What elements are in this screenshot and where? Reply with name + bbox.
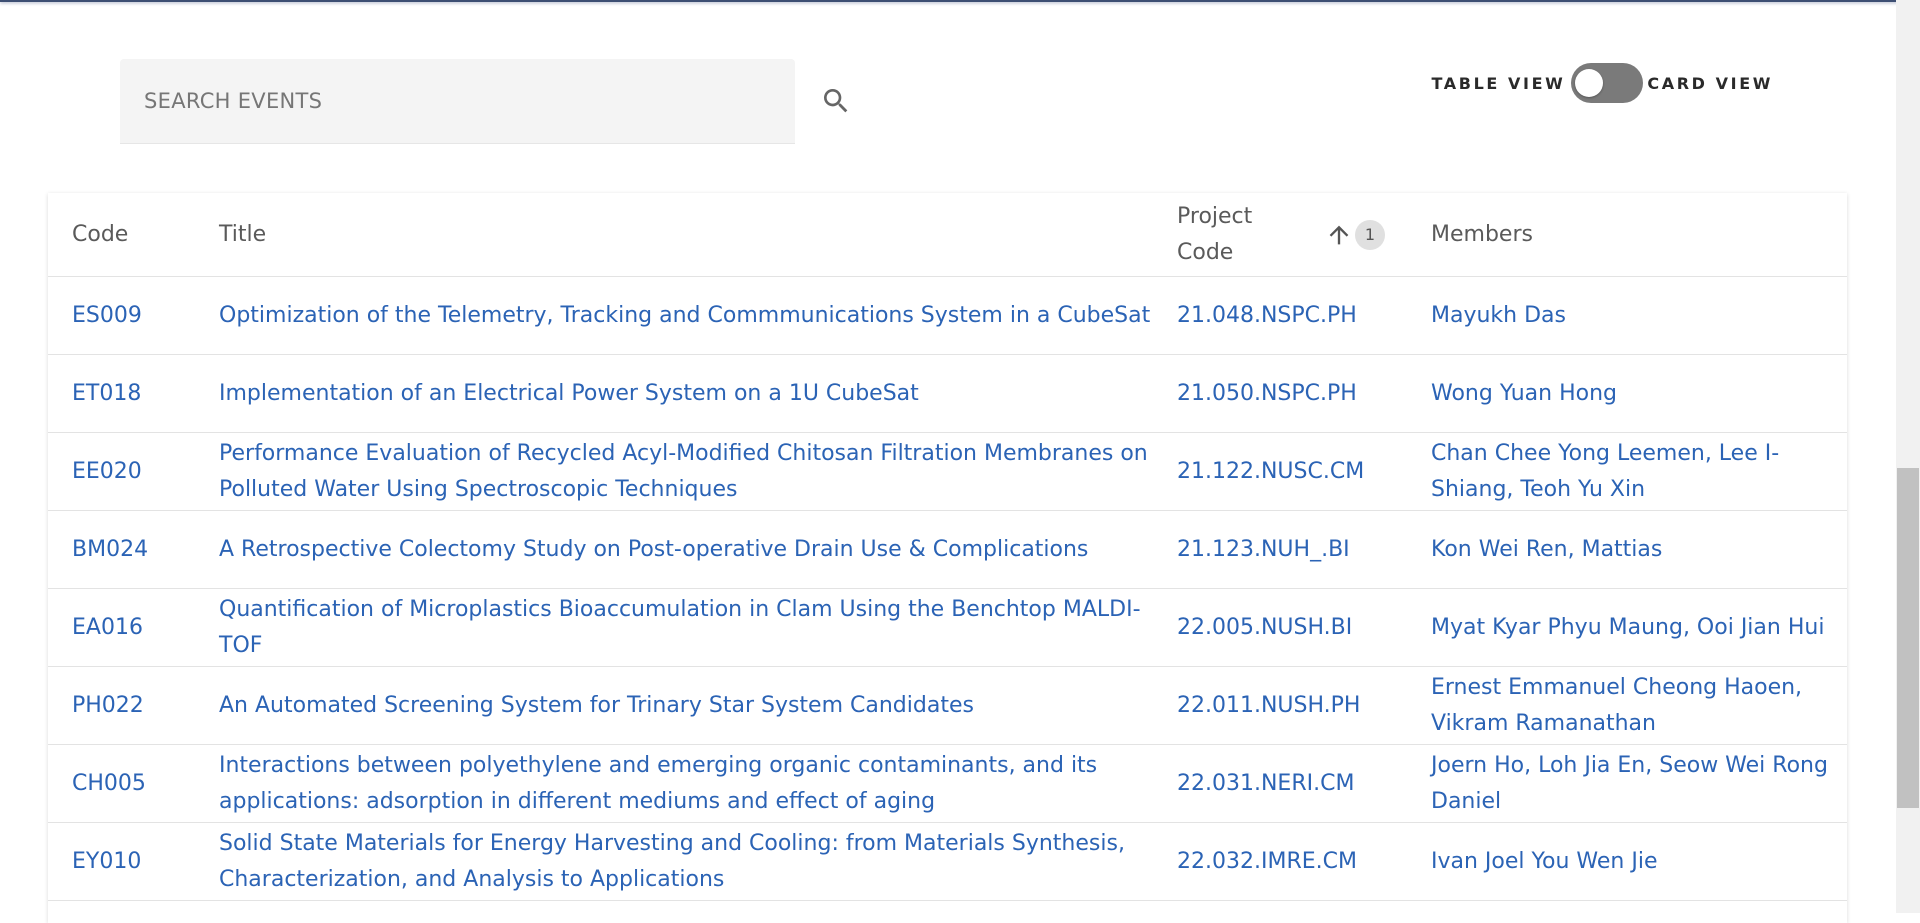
table-row[interactable]: BM024 A Retrospective Colectomy Study on … bbox=[48, 510, 1847, 589]
cell-members: Ivan Joel You Wen Jie bbox=[1407, 822, 1847, 901]
cell-members: Kon Wei Ren, Mattias bbox=[1407, 510, 1847, 589]
cell-title-link[interactable]: Performance Evaluation of Recycled Acyl-… bbox=[219, 441, 1148, 502]
sort-priority-badge: 1 bbox=[1355, 219, 1385, 250]
cell-title-link[interactable]: Interactions between polyethylene and em… bbox=[219, 753, 1097, 814]
events-table: Code Title Project Code 1 Members ES009 O… bbox=[48, 193, 1847, 901]
cell-code: EA016 bbox=[48, 588, 195, 667]
cell-project-code-link[interactable]: 22.005.NUSH.BI bbox=[1177, 615, 1352, 640]
cell-project-code: 22.005.NUSH.BI bbox=[1153, 588, 1407, 667]
column-header-project-code[interactable]: Project Code 1 bbox=[1153, 193, 1407, 277]
cell-code-link[interactable]: EY010 bbox=[72, 849, 141, 874]
view-switch-knob[interactable] bbox=[1575, 69, 1604, 97]
cell-members-link[interactable]: Joern Ho, Loh Jia En, Seow Wei Rong Dani… bbox=[1431, 753, 1828, 814]
cell-project-code-link[interactable]: 21.048.NSPC.PH bbox=[1177, 303, 1357, 328]
cell-code: ET018 bbox=[48, 354, 195, 433]
column-header-members-label: Members bbox=[1431, 221, 1533, 247]
column-header-code-label: Code bbox=[72, 221, 129, 247]
events-table-card: Code Title Project Code 1 Members ES009 O… bbox=[48, 193, 1847, 923]
cell-project-code-link[interactable]: 22.032.IMRE.CM bbox=[1177, 849, 1357, 874]
column-header-code[interactable]: Code bbox=[48, 193, 195, 277]
column-header-title-label: Title bbox=[219, 221, 267, 247]
table-row[interactable]: ES009 Optimization of the Telemetry, Trac… bbox=[48, 276, 1847, 355]
column-header-title[interactable]: Title bbox=[195, 193, 1153, 277]
cell-code: CH005 bbox=[48, 744, 195, 823]
search-icon bbox=[824, 89, 848, 113]
cell-code-link[interactable]: EA016 bbox=[72, 615, 143, 640]
cell-members: Chan Chee Yong Leemen, Lee I-Shiang, Teo… bbox=[1407, 432, 1847, 511]
table-row[interactable]: PH022 An Automated Screening System for T… bbox=[48, 666, 1847, 745]
column-header-members[interactable]: Members bbox=[1407, 193, 1847, 277]
cell-members-link[interactable]: Ernest Emmanuel Cheong Haoen, Vikram Ram… bbox=[1431, 675, 1802, 736]
cell-title-link[interactable]: Optimization of the Telemetry, Tracking … bbox=[219, 303, 1150, 328]
cell-title-link[interactable]: A Retrospective Colectomy Study on Post-… bbox=[219, 537, 1088, 562]
table-row[interactable]: EA016 Quantification of Microplastics Bio… bbox=[48, 588, 1847, 667]
cell-code-link[interactable]: CH005 bbox=[72, 771, 146, 796]
scrollbar-thumb[interactable] bbox=[1897, 468, 1919, 808]
cell-project-code: 21.123.NUH_.BI bbox=[1153, 510, 1407, 589]
arrow-up-icon[interactable] bbox=[1325, 221, 1353, 249]
cell-members: Wong Yuan Hong bbox=[1407, 354, 1847, 433]
top-app-bar-edge bbox=[0, 0, 1920, 2]
cell-members-link[interactable]: Ivan Joel You Wen Jie bbox=[1431, 849, 1658, 874]
cell-project-code-link[interactable]: 22.031.NERI.CM bbox=[1177, 771, 1354, 796]
cell-members-link[interactable]: Wong Yuan Hong bbox=[1431, 381, 1617, 406]
cell-title-link[interactable]: Solid State Materials for Energy Harvest… bbox=[219, 831, 1125, 892]
cell-title: Solid State Materials for Energy Harvest… bbox=[195, 822, 1153, 901]
cell-members-link[interactable]: Kon Wei Ren, Mattias bbox=[1431, 537, 1662, 562]
cell-project-code: 22.031.NERI.CM bbox=[1153, 744, 1407, 823]
cell-title-link[interactable]: Implementation of an Electrical Power Sy… bbox=[219, 381, 919, 406]
search-button[interactable] bbox=[820, 85, 852, 117]
table-header-row: Code Title Project Code 1 Members bbox=[48, 193, 1847, 277]
cell-project-code: 22.032.IMRE.CM bbox=[1153, 822, 1407, 901]
cell-code-link[interactable]: BM024 bbox=[72, 537, 148, 562]
cell-members-link[interactable]: Myat Kyar Phyu Maung, Ooi Jian Hui bbox=[1431, 615, 1824, 640]
cell-code-link[interactable]: EE020 bbox=[72, 459, 142, 484]
table-view-label[interactable]: TABLE VIEW bbox=[1432, 74, 1566, 93]
cell-title: Interactions between polyethylene and em… bbox=[195, 744, 1153, 823]
cell-code: PH022 bbox=[48, 666, 195, 745]
cell-project-code-link[interactable]: 21.122.NUSC.CM bbox=[1177, 459, 1364, 484]
view-switch[interactable] bbox=[1571, 63, 1644, 103]
table-row[interactable]: CH005 Interactions between polyethylene a… bbox=[48, 744, 1847, 823]
view-toggle: TABLE VIEW CARD VIEW bbox=[1432, 62, 1773, 104]
cell-code-link[interactable]: ET018 bbox=[72, 381, 141, 406]
cell-code: EY010 bbox=[48, 822, 195, 901]
search-input[interactable] bbox=[120, 59, 795, 143]
table-row[interactable]: ET018 Implementation of an Electrical Pow… bbox=[48, 354, 1847, 433]
table-row[interactable]: EY010 Solid State Materials for Energy Ha… bbox=[48, 822, 1847, 901]
cell-members: Joern Ho, Loh Jia En, Seow Wei Rong Dani… bbox=[1407, 744, 1847, 823]
cell-members-link[interactable]: Chan Chee Yong Leemen, Lee I-Shiang, Teo… bbox=[1431, 441, 1779, 502]
cell-code: ES009 bbox=[48, 276, 195, 355]
cell-members-link[interactable]: Mayukh Das bbox=[1431, 303, 1566, 328]
cell-title-link[interactable]: Quantification of Microplastics Bioaccum… bbox=[219, 597, 1141, 658]
cell-code-link[interactable]: PH022 bbox=[72, 693, 144, 718]
column-header-project-code-label: Project Code bbox=[1177, 203, 1253, 265]
cell-members: Myat Kyar Phyu Maung, Ooi Jian Hui bbox=[1407, 588, 1847, 667]
cell-title-link[interactable]: An Automated Screening System for Trinar… bbox=[219, 693, 974, 718]
cell-code: EE020 bbox=[48, 432, 195, 511]
table-row[interactable]: EE020 Performance Evaluation of Recycled … bbox=[48, 432, 1847, 511]
cell-project-code-link[interactable]: 21.050.NSPC.PH bbox=[1177, 381, 1357, 406]
cell-code: BM024 bbox=[48, 510, 195, 589]
cell-title: A Retrospective Colectomy Study on Post-… bbox=[195, 510, 1153, 589]
cell-project-code-link[interactable]: 22.011.NUSH.PH bbox=[1177, 693, 1360, 718]
cell-title: Optimization of the Telemetry, Tracking … bbox=[195, 276, 1153, 355]
cell-project-code: 21.122.NUSC.CM bbox=[1153, 432, 1407, 511]
card-view-label[interactable]: CARD VIEW bbox=[1647, 74, 1773, 93]
cell-title: Performance Evaluation of Recycled Acyl-… bbox=[195, 432, 1153, 511]
table-body: ES009 Optimization of the Telemetry, Trac… bbox=[48, 276, 1847, 901]
cell-project-code: 22.011.NUSH.PH bbox=[1153, 666, 1407, 745]
cell-project-code: 21.050.NSPC.PH bbox=[1153, 354, 1407, 433]
cell-members: Mayukh Das bbox=[1407, 276, 1847, 355]
search-field[interactable] bbox=[120, 59, 795, 144]
cell-project-code: 21.048.NSPC.PH bbox=[1153, 276, 1407, 355]
cell-title: Implementation of an Electrical Power Sy… bbox=[195, 354, 1153, 433]
cell-title: An Automated Screening System for Trinar… bbox=[195, 666, 1153, 745]
cell-code-link[interactable]: ES009 bbox=[72, 303, 142, 328]
cell-project-code-link[interactable]: 21.123.NUH_.BI bbox=[1177, 537, 1350, 562]
cell-title: Quantification of Microplastics Bioaccum… bbox=[195, 588, 1153, 667]
cell-members: Ernest Emmanuel Cheong Haoen, Vikram Ram… bbox=[1407, 666, 1847, 745]
